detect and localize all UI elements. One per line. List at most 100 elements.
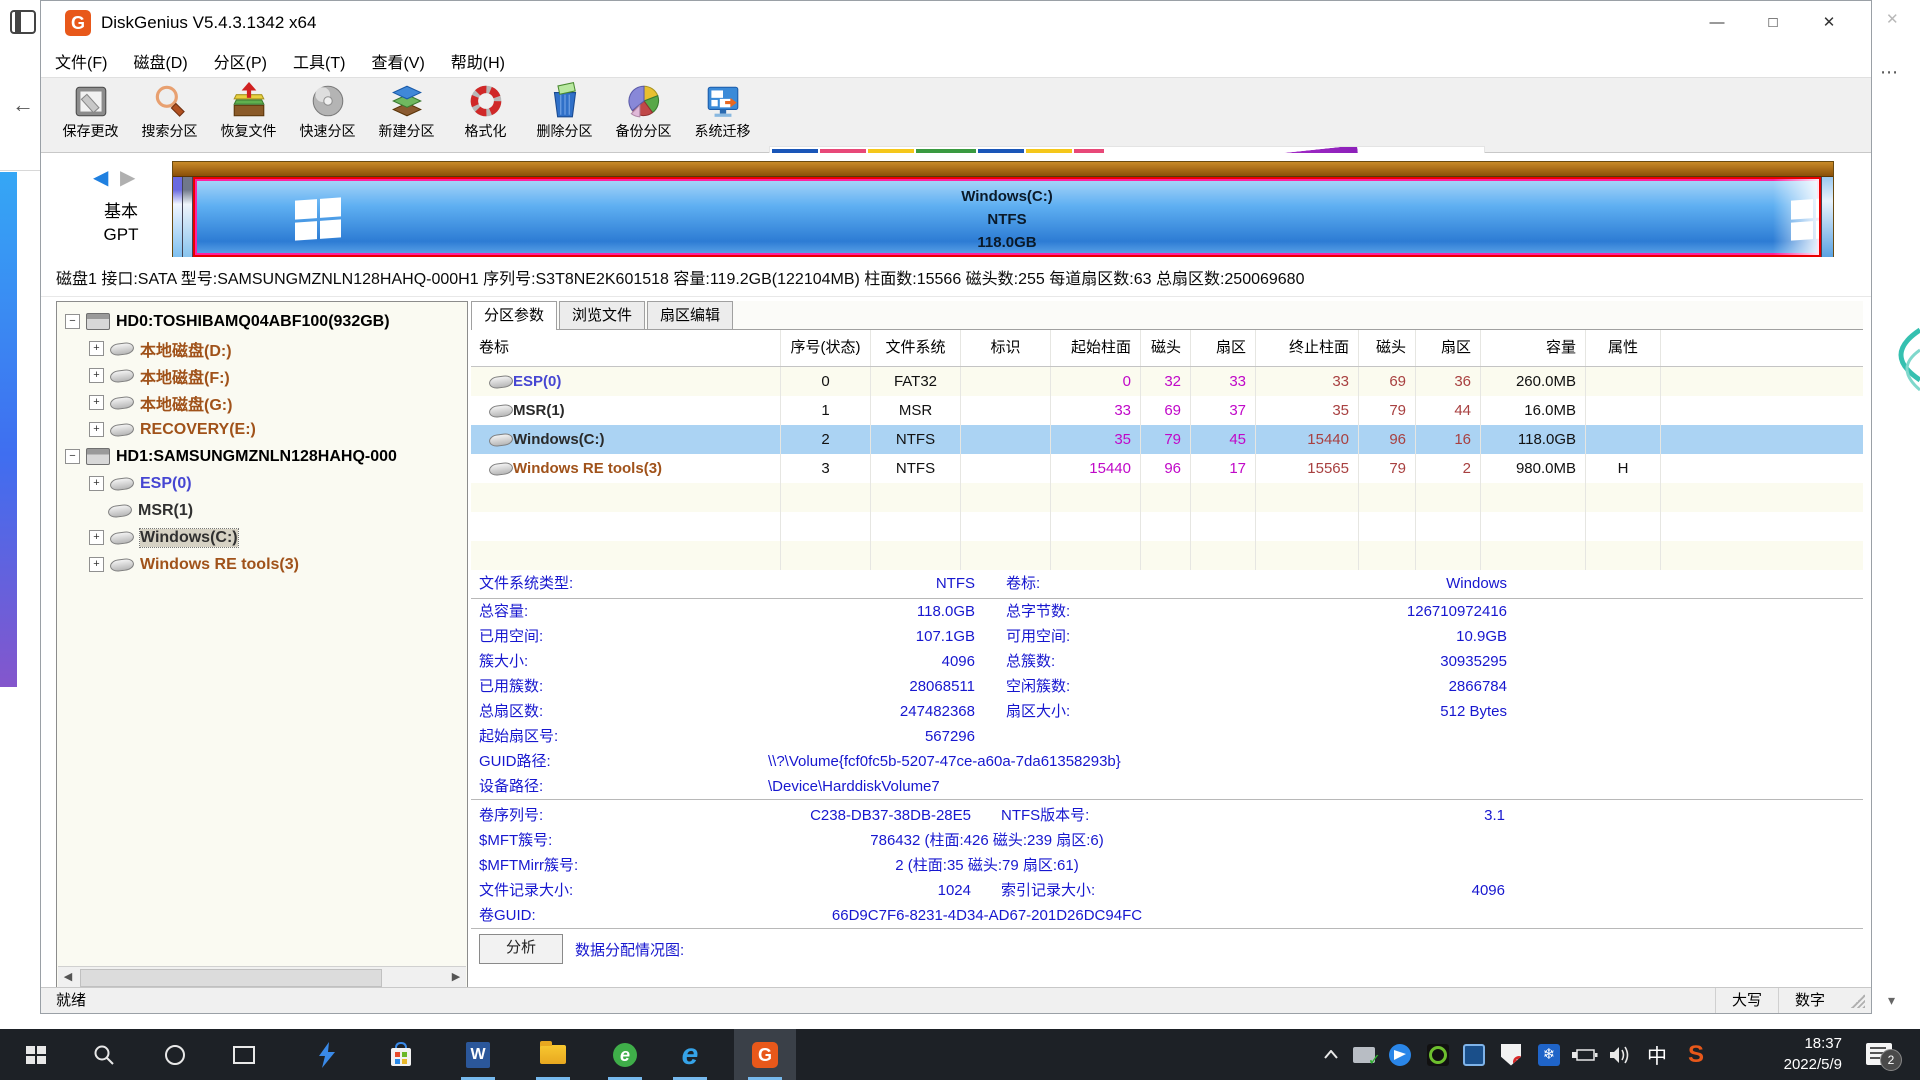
menu-help[interactable]: 帮助(H) [451,49,505,73]
expand-icon[interactable]: + [89,530,104,545]
prev-disk-arrow[interactable]: ◀ [93,167,108,189]
back-arrow-icon[interactable]: ← [12,92,34,118]
partition-re-tools-sliver[interactable] [1821,177,1833,257]
col-filesystem[interactable]: 文件系统 [871,330,961,366]
edge-button[interactable]: e [659,1029,721,1080]
start-button[interactable] [5,1029,67,1080]
scroll-left-arrow[interactable]: ◀ [58,967,78,987]
flash-app-button[interactable] [296,1029,358,1080]
ghost-close-icon: ✕ [1886,10,1899,28]
tab-sector-edit[interactable]: 扇区编辑 [647,301,733,329]
menu-tools[interactable]: 工具(T) [293,49,345,73]
expand-icon[interactable]: + [89,368,104,383]
tree-item-hd1[interactable]: − HD1:SAMSUNGMZNLN128HAHQ-000 [57,443,467,470]
tray-sogou-button[interactable]: S [1680,1029,1712,1080]
tree-item-local-g[interactable]: + 本地磁盘(G:) [57,389,467,416]
task-view-button[interactable] [213,1029,275,1080]
partition-msr-sliver[interactable] [183,177,193,257]
partition-windows-c[interactable]: Windows(C:) NTFS 118.0GB [193,177,1821,257]
format-button[interactable]: 格式化 [446,80,525,150]
save-changes-button[interactable]: 保存更改 [51,80,130,150]
tree-item-local-f[interactable]: + 本地磁盘(F:) [57,362,467,389]
tree-item-hd0[interactable]: − HD0:TOSHIBAMQ04ABF100(932GB) [57,308,467,335]
col-start-cylinder[interactable]: 起始柱面 [1051,330,1141,366]
menu-disk[interactable]: 磁盘(D) [133,49,187,73]
col-end-cylinder[interactable]: 终止柱面 [1256,330,1359,366]
table-row-msr[interactable]: MSR(1) 1 MSR 33 69 37 35 79 44 16.0MB [471,396,1863,425]
diskgenius-taskbar-button[interactable]: G [734,1029,796,1080]
search-button[interactable] [73,1029,135,1080]
browser-360-button[interactable]: e [594,1029,656,1080]
scrollbar-thumb[interactable] [80,969,382,987]
analyze-button[interactable]: 分析 [479,934,563,964]
scroll-right-arrow[interactable]: ▶ [446,967,466,987]
table-row-windows-c-selected[interactable]: Windows(C:) 2 NTFS 35 79 45 15440 96 16 … [471,425,1863,454]
tray-messenger-button[interactable] [1386,1029,1414,1080]
menu-view[interactable]: 查看(V) [371,49,424,73]
next-disk-arrow[interactable]: ▶ [120,167,135,189]
tray-snowflake-button[interactable]: ❄ [1535,1029,1563,1080]
delete-partition-button[interactable]: 删除分区 [525,80,604,150]
tray-volume-button[interactable] [1606,1029,1634,1080]
collapse-icon[interactable]: − [65,314,80,329]
tree-item-local-d[interactable]: + 本地磁盘(D:) [57,335,467,362]
minimize-button[interactable]: — [1689,1,1745,45]
col-end-head[interactable]: 磁头 [1359,330,1416,366]
tray-printer-button[interactable] [1350,1029,1378,1080]
expand-icon[interactable]: + [89,422,104,437]
recover-files-button[interactable]: 恢复文件 [209,80,288,150]
cortana-button[interactable] [144,1029,206,1080]
tree-item-windows-c[interactable]: + Windows(C:) [57,524,467,551]
word-button[interactable]: W [447,1029,509,1080]
system-migration-button[interactable]: 系统迁移 [683,80,762,150]
chevron-down-icon[interactable]: ▾ [1888,992,1895,1009]
tab-partition-params[interactable]: 分区参数 [471,301,557,331]
tree-horizontal-scrollbar[interactable]: ◀ ▶ [58,966,466,987]
menu-partition[interactable]: 分区(P) [214,49,267,73]
col-volume-label[interactable]: 卷标 [471,330,781,366]
expand-icon[interactable]: + [89,476,104,491]
file-explorer-button[interactable] [522,1029,584,1080]
col-end-sector[interactable]: 扇区 [1416,330,1481,366]
task-view-icon [233,1046,255,1064]
more-icon[interactable]: ⋯ [1880,62,1898,83]
col-attributes[interactable]: 属性 [1586,330,1661,366]
expand-icon[interactable]: + [89,557,104,572]
partition-size: 118.0GB [195,231,1819,254]
table-row-esp[interactable]: ESP(0) 0 FAT32 0 32 33 33 69 36 260.0MB [471,367,1863,396]
partition-esp-sliver[interactable] [173,177,183,257]
tree-item-windows-re-tools[interactable]: + Windows RE tools(3) [57,551,467,578]
tray-chevron-button[interactable] [1318,1029,1344,1080]
tree-item-esp[interactable]: + ESP(0) [57,470,467,497]
close-button[interactable]: ✕ [1801,1,1857,45]
table-row-windows-re-tools[interactable]: Windows RE tools(3) 3 NTFS 15440 96 17 1… [471,454,1863,483]
store-button[interactable] [370,1029,432,1080]
expand-icon[interactable]: + [89,341,104,356]
tree-item-msr[interactable]: MSR(1) [57,497,467,524]
tab-browse-files[interactable]: 浏览文件 [559,301,645,329]
notification-center-button[interactable]: 2 [1866,1043,1892,1065]
tray-nvidia-button[interactable] [1424,1029,1452,1080]
col-capacity[interactable]: 容量 [1481,330,1586,366]
tray-security-button[interactable]: ✕ [1497,1029,1525,1080]
toolbar-label: 删除分区 [525,121,604,141]
expand-icon[interactable]: + [89,395,104,410]
resize-grip[interactable] [1851,994,1865,1008]
quick-partition-button[interactable]: 快速分区 [288,80,367,150]
search-partition-button[interactable]: 搜索分区 [130,80,209,150]
col-flag[interactable]: 标识 [961,330,1051,366]
new-partition-button[interactable]: 新建分区 [367,80,446,150]
status-capslock: 大写 [1715,988,1778,1013]
col-start-head[interactable]: 磁头 [1141,330,1191,366]
maximize-button[interactable]: □ [1745,1,1801,45]
tray-intel-button[interactable] [1460,1029,1488,1080]
collapse-icon[interactable]: − [65,449,80,464]
taskbar-clock[interactable]: 18:37 2022/5/9 [1784,1029,1842,1080]
tree-item-recovery-e[interactable]: + RECOVERY(E:) [57,416,467,443]
tray-power-button[interactable] [1570,1029,1600,1080]
col-index-status[interactable]: 序号(状态) [781,330,871,366]
menu-file[interactable]: 文件(F) [55,49,107,73]
tray-ime-button[interactable]: 中 [1642,1029,1672,1080]
col-start-sector[interactable]: 扇区 [1191,330,1256,366]
backup-partition-button[interactable]: 备份分区 [604,80,683,150]
